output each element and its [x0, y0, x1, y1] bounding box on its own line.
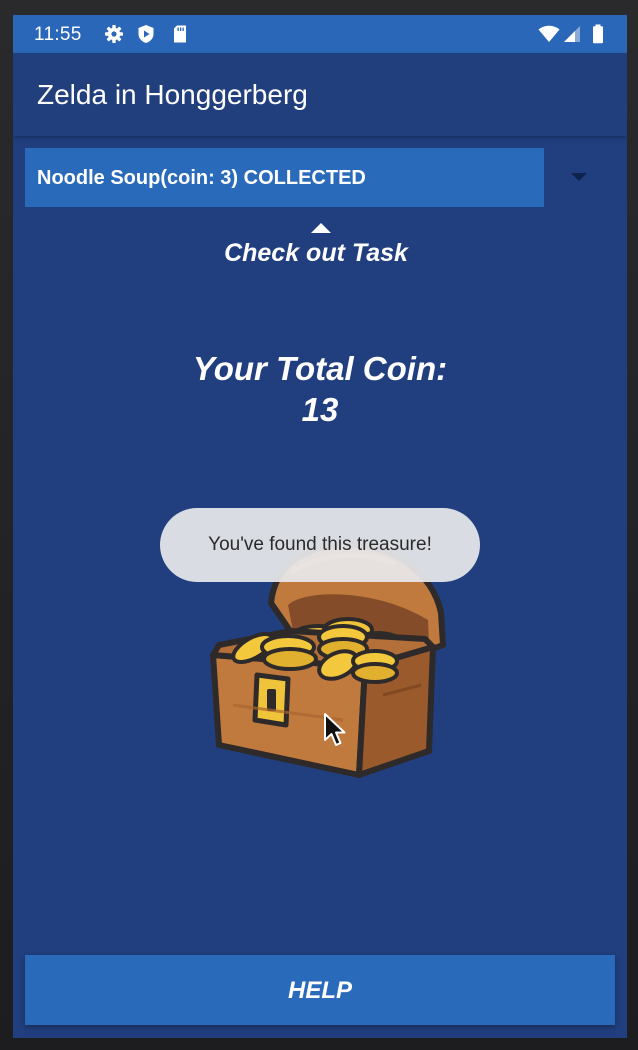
- check-out-task-label[interactable]: Check out Task: [13, 239, 619, 268]
- app-bar: Zelda in Honggerberg: [13, 53, 627, 136]
- task-spinner[interactable]: Noodle Soup(coin: 3) COLLECTED: [25, 148, 544, 207]
- gear-icon: [105, 25, 123, 43]
- device-frame: 11:55 Zelda in Honggerberg Noodle Soup(c…: [0, 0, 638, 1050]
- signal-icon: [564, 26, 580, 42]
- app-screen: 11:55 Zelda in Honggerberg Noodle Soup(c…: [13, 15, 627, 1038]
- total-coin-value: 13: [301, 391, 339, 428]
- wifi-icon: [538, 25, 560, 42]
- status-bar: 11:55: [13, 15, 627, 53]
- toast-message: You've found this treasure!: [160, 508, 480, 582]
- total-coin-label: Your Total Coin:: [192, 350, 448, 387]
- sd-card-icon: [174, 25, 186, 43]
- help-button[interactable]: HELP: [25, 955, 615, 1025]
- dropdown-arrow-icon[interactable]: [571, 173, 587, 181]
- app-title: Zelda in Honggerberg: [37, 79, 308, 110]
- battery-icon: [593, 24, 603, 44]
- caret-up-icon: [311, 223, 331, 233]
- mouse-cursor-icon: [324, 713, 346, 746]
- shield-play-icon: [138, 25, 154, 43]
- task-spinner-selected: Noodle Soup(coin: 3) COLLECTED: [37, 167, 366, 189]
- status-time: 11:55: [34, 24, 82, 45]
